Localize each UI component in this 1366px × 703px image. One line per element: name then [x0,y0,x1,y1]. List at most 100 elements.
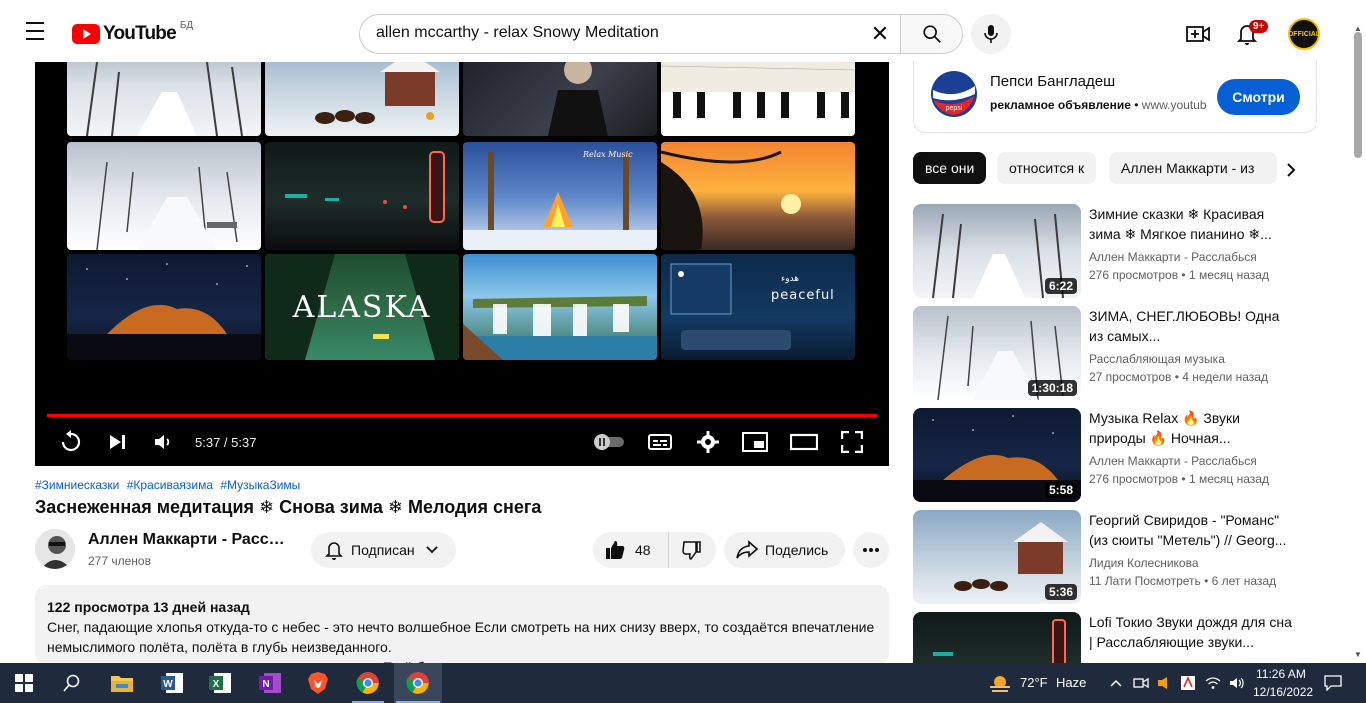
chevron-up-icon[interactable] [1106,663,1126,703]
description-box[interactable]: 122 просмотра 13 дней назад Снег, падающ… [35,585,889,665]
clock-time[interactable]: 11:26 AM [1256,667,1306,681]
description-meta: 122 просмотра 13 дней назад [47,599,250,615]
meet-now-icon[interactable] [1130,663,1152,703]
subscriber-count: 277 членов [88,554,151,568]
recommendation-channel[interactable]: Лидия Колесникова [1089,556,1293,570]
recommendation-item[interactable]: Lofi Токио Звуки дождя для сна | Расслаб… [913,612,1317,663]
wifi-icon[interactable] [1202,663,1224,703]
search-icon[interactable] [48,663,96,703]
mic-button[interactable] [971,14,1011,54]
volume-icon[interactable] [151,428,175,456]
recommendation-channel[interactable]: Аллен Маккарти - Расслабься [1089,250,1293,264]
recommendation-title[interactable]: Музыка Relax 🔥 Звуки природы 🔥 Ночная... [1089,408,1293,448]
hashtag-link[interactable]: #МузыкаЗимы [220,478,300,492]
fullscreen-icon[interactable] [839,428,865,456]
video-duration: 5:58 [1044,482,1077,498]
theater-icon[interactable] [789,428,819,456]
search-button[interactable] [900,14,963,54]
pepsi-logo[interactable]: pepsi [930,70,978,118]
recommendation-meta: 27 просмотров • 4 недели назад [1089,370,1268,384]
settings-icon[interactable] [695,428,721,456]
recommendation-thumbnail[interactable]: 1:30:18 [913,306,1081,400]
end-screen-tile[interactable] [463,254,657,360]
account-avatar[interactable]: OFFICIAL [1288,18,1320,50]
clear-icon[interactable]: ✕ [867,21,893,47]
like-button[interactable]: 48 [593,532,669,568]
end-screen-tile[interactable] [67,142,261,250]
recommendation-title[interactable]: Зимние сказки ❄ Красивая зима ❄ Мягкое п… [1089,204,1293,244]
clock-date[interactable]: 12/16/2022 [1253,685,1313,699]
next-icon[interactable] [105,428,129,456]
ad-watch-button[interactable]: Смотри [1217,79,1300,115]
hashtags: #Зимниесказки #Красиваязима #МузыкаЗимы [35,478,304,492]
recommendation-channel[interactable]: Расслабляющая музыка [1089,352,1293,366]
share-button[interactable]: Поделись [724,532,845,568]
end-screen-tile[interactable] [661,62,855,136]
dislike-button[interactable] [669,532,715,568]
excel-icon[interactable]: X [196,663,244,703]
weather-icon[interactable] [986,663,1014,703]
recommendation-item[interactable]: 5:58 Музыка Relax 🔥 Звуки природы 🔥 Ночн… [913,408,1317,504]
replay-icon[interactable] [57,428,85,456]
subtitles-icon[interactable] [647,428,673,456]
autoplay-toggle[interactable] [591,428,627,456]
hashtag-link[interactable]: #Красиваязима [127,478,213,492]
recommendation-item[interactable]: 1:30:18 ЗИМА, СНЕГ.ЛЮБОВЬ! Одна из самых… [913,306,1317,402]
video-duration: 6:22 [1044,278,1077,294]
video-player[interactable]: Relax Music ALASKA هدوء peaceful 5:37 / … [35,62,889,466]
recommendation-item[interactable]: 5:36 Георгий Свиридов - "Романс" (из сюи… [913,510,1317,606]
word-icon[interactable]: W [148,663,196,703]
chrome-icon[interactable] [344,663,392,703]
chip-channel[interactable]: Аллен Маккарти - из [1109,152,1277,184]
chrome-active-icon[interactable] [394,663,442,703]
start-icon[interactable] [0,663,48,703]
chip-all[interactable]: все они [913,152,987,184]
brave-icon[interactable] [294,663,342,703]
recommendation-thumbnail[interactable]: 5:36 [913,510,1081,604]
end-screen-tile[interactable] [265,62,459,136]
end-screen-tile[interactable]: هدوء peaceful [661,254,855,360]
recommendation-thumbnail[interactable] [913,612,1081,663]
media-icon[interactable] [1153,663,1173,703]
volume-icon[interactable] [1226,663,1248,703]
create-icon[interactable] [1184,20,1212,48]
ad-card[interactable]: pepsi Пепси Бангладеш рекламное объявлен… [913,60,1317,133]
end-screen-tile[interactable]: ALASKA [265,254,459,360]
end-screen-tile[interactable] [661,142,855,250]
hashtag-link[interactable]: #Зимниесказки [35,478,119,492]
youtube-logo[interactable]: YouTube БД [72,20,193,46]
ad-title[interactable]: Пепси Бангладеш [990,73,1115,90]
more-actions-button[interactable] [853,532,889,568]
channel-name[interactable]: Аллен Маккарти - Расслабься [88,531,288,549]
onenote-icon[interactable]: N [246,663,294,703]
file-explorer-icon[interactable] [98,663,146,703]
miniplayer-icon[interactable] [741,428,769,456]
scroll-down-icon[interactable]: ▼ [1354,650,1362,659]
chevron-right-icon[interactable] [1279,158,1303,182]
end-screen-tile[interactable] [265,142,459,250]
chip-related[interactable]: относится к [997,152,1097,184]
pdf-icon[interactable] [1177,663,1199,703]
notifications-icon[interactable] [1318,663,1348,703]
recommendation-item[interactable]: 6:22 Зимние сказки ❄ Красивая зима ❄ Мяг… [913,204,1317,300]
subscribe-button[interactable]: Подписан [311,532,456,568]
page-scrollbar[interactable]: ▲ ▼ [1352,24,1364,664]
recommendation-title[interactable]: ЗИМА, СНЕГ.ЛЮБОВЬ! Одна из самых... [1089,306,1293,346]
search-input[interactable] [376,24,856,42]
recommendation-title[interactable]: Lofi Токио Звуки дождя для сна | Расслаб… [1089,612,1293,652]
scrollbar-thumb[interactable] [1354,32,1362,158]
svg-text:N: N [262,679,269,690]
recommendation-title[interactable]: Георгий Свиридов - "Романс" (из сюиты "М… [1089,510,1293,550]
channel-avatar[interactable] [35,529,75,569]
recommendation-channel[interactable]: Аллен Маккарти - Расслабься [1089,454,1293,468]
menu-icon[interactable] [22,22,50,44]
tile-caption: ALASKA [292,290,432,325]
progress-bar[interactable] [47,414,877,417]
recommendation-thumbnail[interactable]: 6:22 [913,204,1081,298]
end-screen-tile[interactable] [463,62,657,136]
recommendation-thumbnail[interactable]: 5:58 [913,408,1081,502]
end-screen-tile[interactable] [67,62,261,136]
end-screen-tile[interactable] [67,254,261,360]
share-label: Поделись [765,542,829,558]
end-screen-tile[interactable]: Relax Music [463,142,657,250]
